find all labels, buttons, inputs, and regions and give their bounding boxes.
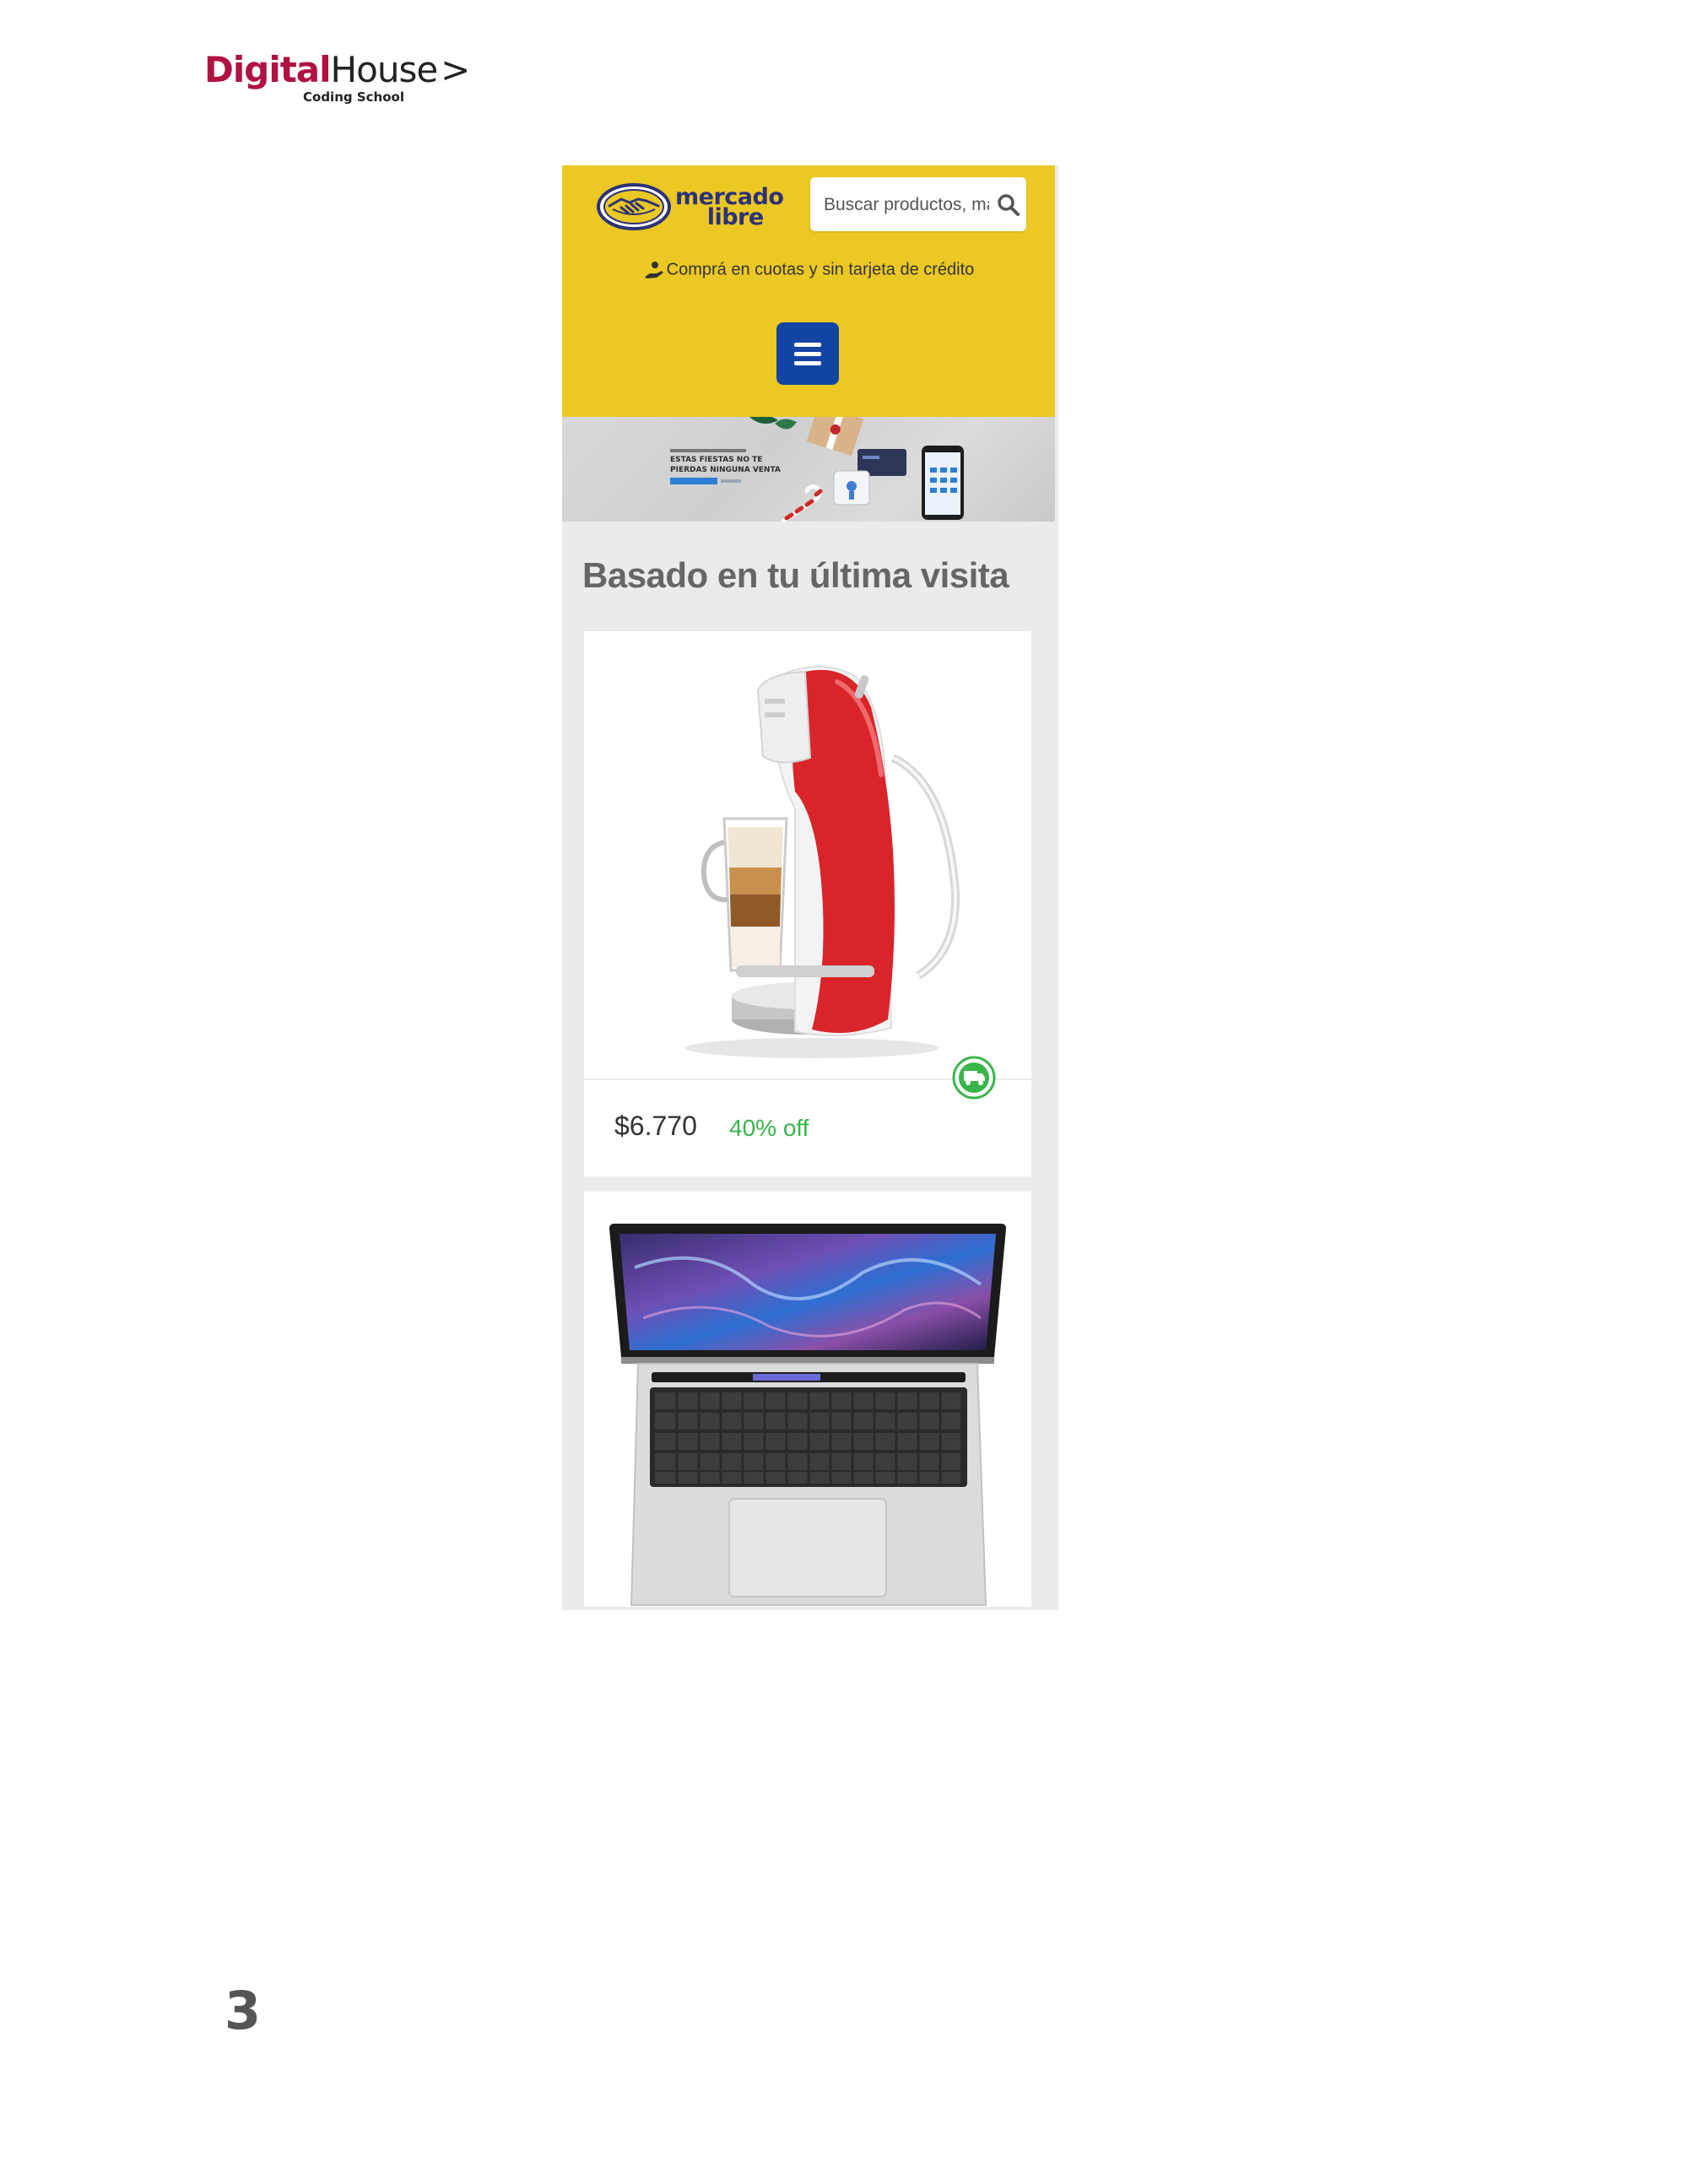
brand-digital: Digital xyxy=(204,49,332,90)
banner-line-2: PIERDAS NINGUNA VENTA xyxy=(670,466,781,474)
holiday-banner-graphic: ESTAS FIESTAS NO TE PIERDAS NINGUNA VENT… xyxy=(670,417,964,522)
brand-subtitle: Coding School xyxy=(303,89,404,105)
handshake-icon xyxy=(597,183,671,230)
product-discount: 40% off xyxy=(729,1115,809,1141)
search-button[interactable] xyxy=(996,192,1021,218)
section-title: Basado en tu última visita xyxy=(582,555,1009,595)
promo-carousel-banner[interactable]: ESTAS FIESTAS NO TE PIERDAS NINGUNA VENT… xyxy=(562,417,1055,522)
page-number: 3 xyxy=(225,1980,262,2041)
mercadolibre-logo[interactable]: mercado libre xyxy=(596,177,790,236)
digital-house-logo: DigitalHouse> Coding School xyxy=(204,47,470,115)
banner-line-1: ESTAS FIESTAS NO TE xyxy=(670,456,762,464)
brand-chevron: > xyxy=(441,49,470,90)
promo-label: Comprá en cuotas y sin tarjeta de crédit… xyxy=(666,260,975,279)
search-icon xyxy=(998,194,1020,216)
laptop-icon xyxy=(609,1224,1006,1606)
product-card[interactable]: $6.770 40% off xyxy=(584,631,1031,1176)
coffee-machine-icon xyxy=(685,665,960,1058)
search-input[interactable] xyxy=(824,194,989,216)
hand-coin-icon xyxy=(644,262,663,278)
promo-banner-text[interactable]: Comprá en cuotas y sin tarjeta de crédit… xyxy=(562,260,1055,280)
ml-header: mercado libre Comprá en cuotas y sin tar… xyxy=(562,165,1055,417)
logo-line-2: libre xyxy=(706,204,764,230)
mobile-screenshot: mercado libre Comprá en cuotas y sin tar… xyxy=(562,165,1058,1610)
brand-house: House xyxy=(330,49,439,90)
free-shipping-truck-icon xyxy=(952,1056,996,1100)
hamburger-menu-button[interactable] xyxy=(776,322,839,385)
search-box xyxy=(810,177,1026,231)
product-card[interactable] xyxy=(584,1192,1031,1607)
product-price: $6.770 xyxy=(614,1111,697,1141)
